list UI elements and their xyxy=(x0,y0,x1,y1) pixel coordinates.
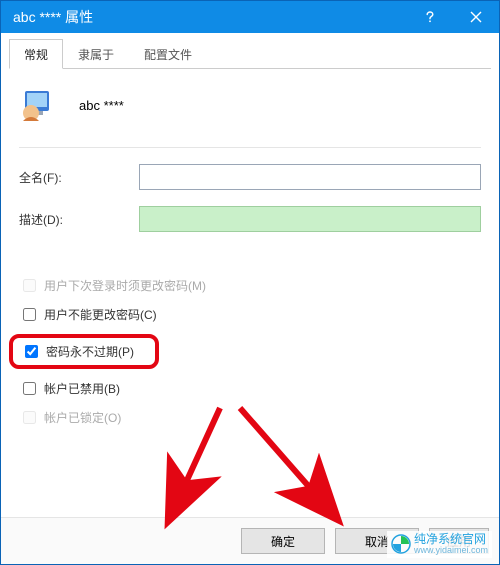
window-title: abc **** 属性 xyxy=(13,7,407,27)
watermark-url: www.yidaimei.com xyxy=(414,546,488,556)
input-description[interactable] xyxy=(139,206,481,232)
divider xyxy=(19,147,481,148)
tab-memberof[interactable]: 隶属于 xyxy=(63,39,129,69)
close-button[interactable] xyxy=(453,1,499,33)
checkbox-label: 密码永不过期(P) xyxy=(46,343,134,360)
close-icon xyxy=(470,11,482,23)
titlebar: abc **** 属性 xyxy=(1,1,499,33)
row-description: 描述(D): xyxy=(19,206,481,232)
checkbox-account-disabled[interactable]: 帐户已禁用(B) xyxy=(19,379,481,398)
tab-content: abc **** 全名(F): 描述(D): 用户下次登录时须更改密码(M) 用… xyxy=(1,69,499,517)
help-icon xyxy=(423,10,437,24)
checkbox-account-locked: 帐户已锁定(O) xyxy=(19,408,481,427)
label-description: 描述(D): xyxy=(19,211,139,228)
tab-general[interactable]: 常规 xyxy=(9,39,63,69)
tab-bar: 常规 隶属于 配置文件 xyxy=(9,39,491,69)
checkbox-label: 用户下次登录时须更改密码(M) xyxy=(44,277,206,294)
checkbox-label: 帐户已禁用(B) xyxy=(44,380,120,397)
user-avatar-icon xyxy=(19,85,59,125)
label-fullname: 全名(F): xyxy=(19,169,139,186)
input-fullname[interactable] xyxy=(139,164,481,190)
checkbox-input-cannot-change[interactable] xyxy=(23,308,36,321)
ok-button[interactable]: 确定 xyxy=(241,528,325,554)
properties-dialog: abc **** 属性 常规 隶属于 配置文件 xyxy=(0,0,500,565)
row-fullname: 全名(F): xyxy=(19,164,481,190)
help-button[interactable] xyxy=(407,1,453,33)
watermark-logo-icon xyxy=(391,534,411,554)
checkbox-label: 帐户已锁定(O) xyxy=(44,409,121,426)
checkbox-input-never-expires[interactable] xyxy=(25,345,38,358)
checkbox-must-change-password: 用户下次登录时须更改密码(M) xyxy=(19,276,481,295)
user-header: abc **** xyxy=(19,85,481,125)
checkbox-password-never-expires[interactable]: 密码永不过期(P) xyxy=(21,342,134,361)
checkbox-cannot-change-password[interactable]: 用户不能更改密码(C) xyxy=(19,305,481,324)
user-display-name: abc **** xyxy=(79,98,124,113)
tab-profile[interactable]: 配置文件 xyxy=(129,39,207,69)
checkbox-input-must-change xyxy=(23,279,36,292)
checkbox-label: 用户不能更改密码(C) xyxy=(44,306,157,323)
highlight-password-never-expires: 密码永不过期(P) xyxy=(9,334,159,369)
watermark: 纯净系统官网 www.yidaimei.com xyxy=(387,531,492,558)
checkbox-input-disabled[interactable] xyxy=(23,382,36,395)
checkbox-input-locked xyxy=(23,411,36,424)
